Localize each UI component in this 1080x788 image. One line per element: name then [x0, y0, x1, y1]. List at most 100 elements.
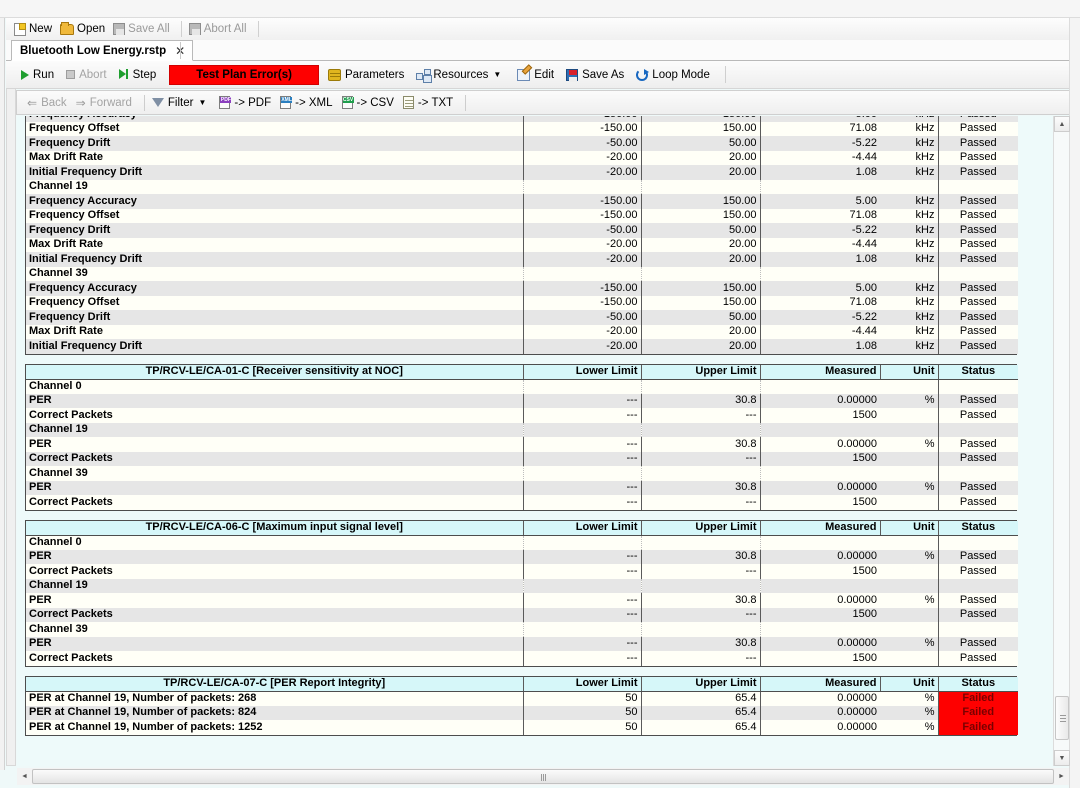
table-group-row[interactable]: Channel 0 — [26, 379, 1018, 394]
table-row[interactable]: Frequency Accuracy-150.00150.005.00kHzPa… — [26, 281, 1018, 296]
cell-upper: 50.00 — [641, 136, 760, 151]
abort-all-button[interactable]: Abort All — [187, 22, 253, 36]
horizontal-scrollbar[interactable]: ◄ ► — [17, 768, 1069, 785]
table-row[interactable]: Initial Frequency Drift-20.0020.001.08kH… — [26, 252, 1018, 267]
cell-lower: -150.00 — [523, 194, 641, 209]
status-badge: Passed — [938, 339, 1018, 354]
table-row[interactable]: Frequency Offset-150.00150.0071.08kHzPas… — [26, 296, 1018, 311]
status-badge: Passed — [938, 296, 1018, 311]
cell-name: Frequency Offset — [26, 296, 523, 311]
cell-unit: kHz — [880, 209, 938, 224]
scroll-right-button[interactable]: ► — [1054, 768, 1069, 785]
table-row[interactable]: Frequency Drift-50.0050.00-5.22kHzPassed — [26, 136, 1018, 151]
table-group-row[interactable]: Channel 39 — [26, 267, 1018, 282]
vertical-scrollbar[interactable]: ▲ ▼ — [1053, 116, 1069, 766]
table-row[interactable]: PER---30.80.00000%Passed — [26, 550, 1018, 565]
export-csv-button[interactable]: CSV -> CSV — [340, 95, 401, 110]
table-row[interactable]: Correct Packets------1500Passed — [26, 452, 1018, 467]
table-group-row[interactable]: Channel 0 — [26, 535, 1018, 550]
save-all-button[interactable]: Save All — [111, 22, 176, 36]
save-all-label: Save All — [128, 23, 170, 35]
test-plan-errors-banner[interactable]: Test Plan Error(s) — [169, 65, 319, 85]
scroll-left-button[interactable]: ◄ — [17, 768, 32, 785]
left-collapsed-panel[interactable] — [6, 86, 16, 766]
back-button[interactable]: ⇐ Back — [25, 96, 74, 110]
cell-lower: --- — [523, 637, 641, 652]
filter-chevron-down-icon[interactable]: ▼ — [198, 98, 206, 107]
table-group-row[interactable]: Channel 19 — [26, 180, 1018, 195]
table-header-row: TP/RCV-LE/CA-06-C [Maximum input signal … — [26, 521, 1018, 536]
table-row[interactable]: Correct Packets------1500Passed — [26, 608, 1018, 623]
loop-mode-button[interactable]: Loop Mode — [633, 67, 719, 83]
cell-name: Channel 19 — [26, 423, 523, 438]
table-row[interactable]: Frequency Drift-50.0050.00-5.22kHzPassed — [26, 223, 1018, 238]
cell-upper: 150.00 — [641, 296, 760, 311]
table-row[interactable]: PER at Channel 19, Number of packets: 82… — [26, 706, 1018, 721]
parameters-button[interactable]: Parameters — [325, 67, 413, 83]
cell-lower — [523, 267, 641, 282]
resources-icon — [416, 69, 429, 81]
open-label: Open — [77, 23, 105, 35]
step-button[interactable]: Step — [116, 67, 166, 83]
save-as-button[interactable]: Save As — [563, 67, 633, 83]
table-row[interactable]: Initial Frequency Drift-20.0020.001.08kH… — [26, 165, 1018, 180]
scroll-up-button[interactable]: ▲ — [1054, 116, 1070, 132]
cell-unit — [880, 495, 938, 510]
table-row[interactable]: Frequency Drift-50.0050.00-5.22kHzPassed — [26, 310, 1018, 325]
resources-button[interactable]: Resources ▼ — [413, 67, 514, 83]
cell-name: PER at Channel 19, Number of packets: 12… — [26, 720, 523, 735]
table-row[interactable]: Frequency Accuracy-150.00150.005.00kHzPa… — [26, 194, 1018, 209]
table-row[interactable]: Correct Packets------1500Passed — [26, 408, 1018, 423]
filter-button[interactable]: Filter ▼ — [150, 96, 217, 110]
cell-lower: --- — [523, 550, 641, 565]
report-viewport[interactable]: Frequency Accuracy-150.00150.005.00kHzPa… — [17, 116, 1053, 766]
table-row[interactable]: Correct Packets------1500Passed — [26, 564, 1018, 579]
export-xml-button[interactable]: XML -> XML — [278, 95, 339, 110]
horizontal-scroll-thumb[interactable] — [32, 769, 1054, 784]
save-as-label: Save As — [582, 69, 624, 81]
abort-all-label: Abort All — [204, 23, 247, 35]
export-pdf-button[interactable]: PDF -> PDF — [217, 95, 278, 110]
cell-measured: 1500 — [760, 608, 880, 623]
cell-name: Channel 0 — [26, 379, 523, 394]
status-badge: Passed — [938, 408, 1018, 423]
edit-button[interactable]: Edit — [514, 67, 563, 83]
abort-button[interactable]: Abort — [63, 67, 116, 83]
scroll-down-button[interactable]: ▼ — [1054, 750, 1070, 766]
table-group-row[interactable]: Channel 39 — [26, 466, 1018, 481]
table-row[interactable]: Max Drift Rate-20.0020.00-4.44kHzPassed — [26, 325, 1018, 340]
table-row[interactable]: Correct Packets------1500Passed — [26, 651, 1018, 666]
table-row[interactable]: Max Drift Rate-20.0020.00-4.44kHzPassed — [26, 238, 1018, 253]
cell-upper: 150.00 — [641, 122, 760, 137]
chevron-down-icon[interactable]: ▼ — [493, 70, 501, 79]
table-row[interactable]: Correct Packets------1500Passed — [26, 495, 1018, 510]
table-row[interactable]: Initial Frequency Drift-20.0020.001.08kH… — [26, 339, 1018, 354]
cell-lower: -50.00 — [523, 223, 641, 238]
table-row[interactable]: PER---30.80.00000%Passed — [26, 481, 1018, 496]
cell-upper — [641, 267, 760, 282]
table-row[interactable]: PER at Channel 19, Number of packets: 12… — [26, 720, 1018, 735]
vertical-scroll-thumb[interactable] — [1055, 696, 1069, 740]
table-row[interactable]: PER---30.80.00000%Passed — [26, 593, 1018, 608]
run-button[interactable]: Run — [18, 67, 63, 83]
export-txt-button[interactable]: -> TXT — [401, 95, 460, 110]
cell-name: Channel 19 — [26, 579, 523, 594]
cell-unit — [880, 564, 938, 579]
forward-button[interactable]: ⇒ Forward — [74, 96, 139, 110]
table-row[interactable]: Frequency Offset-150.00150.0071.08kHzPas… — [26, 122, 1018, 137]
new-button[interactable]: New — [12, 22, 58, 37]
horizontal-scroll-track[interactable] — [32, 769, 1054, 784]
open-button[interactable]: Open — [58, 22, 111, 36]
table-row[interactable]: PER---30.80.00000%Passed — [26, 394, 1018, 409]
test-title: TP/RCV-LE/CA-07-C [PER Report Integrity] — [26, 677, 523, 692]
table-row[interactable]: Frequency Offset-150.00150.0071.08kHzPas… — [26, 209, 1018, 224]
table-group-row[interactable]: Channel 19 — [26, 579, 1018, 594]
tab-bluetooth-low-energy[interactable]: Bluetooth Low Energy.rstp ✕ — [11, 40, 193, 61]
table-row[interactable]: PER---30.80.00000%Passed — [26, 437, 1018, 452]
table-row[interactable]: PER---30.80.00000%Passed — [26, 637, 1018, 652]
parameters-icon — [328, 69, 341, 81]
table-group-row[interactable]: Channel 39 — [26, 622, 1018, 637]
table-row[interactable]: PER at Channel 19, Number of packets: 26… — [26, 691, 1018, 706]
table-row[interactable]: Max Drift Rate-20.0020.00-4.44kHzPassed — [26, 151, 1018, 166]
table-group-row[interactable]: Channel 19 — [26, 423, 1018, 438]
